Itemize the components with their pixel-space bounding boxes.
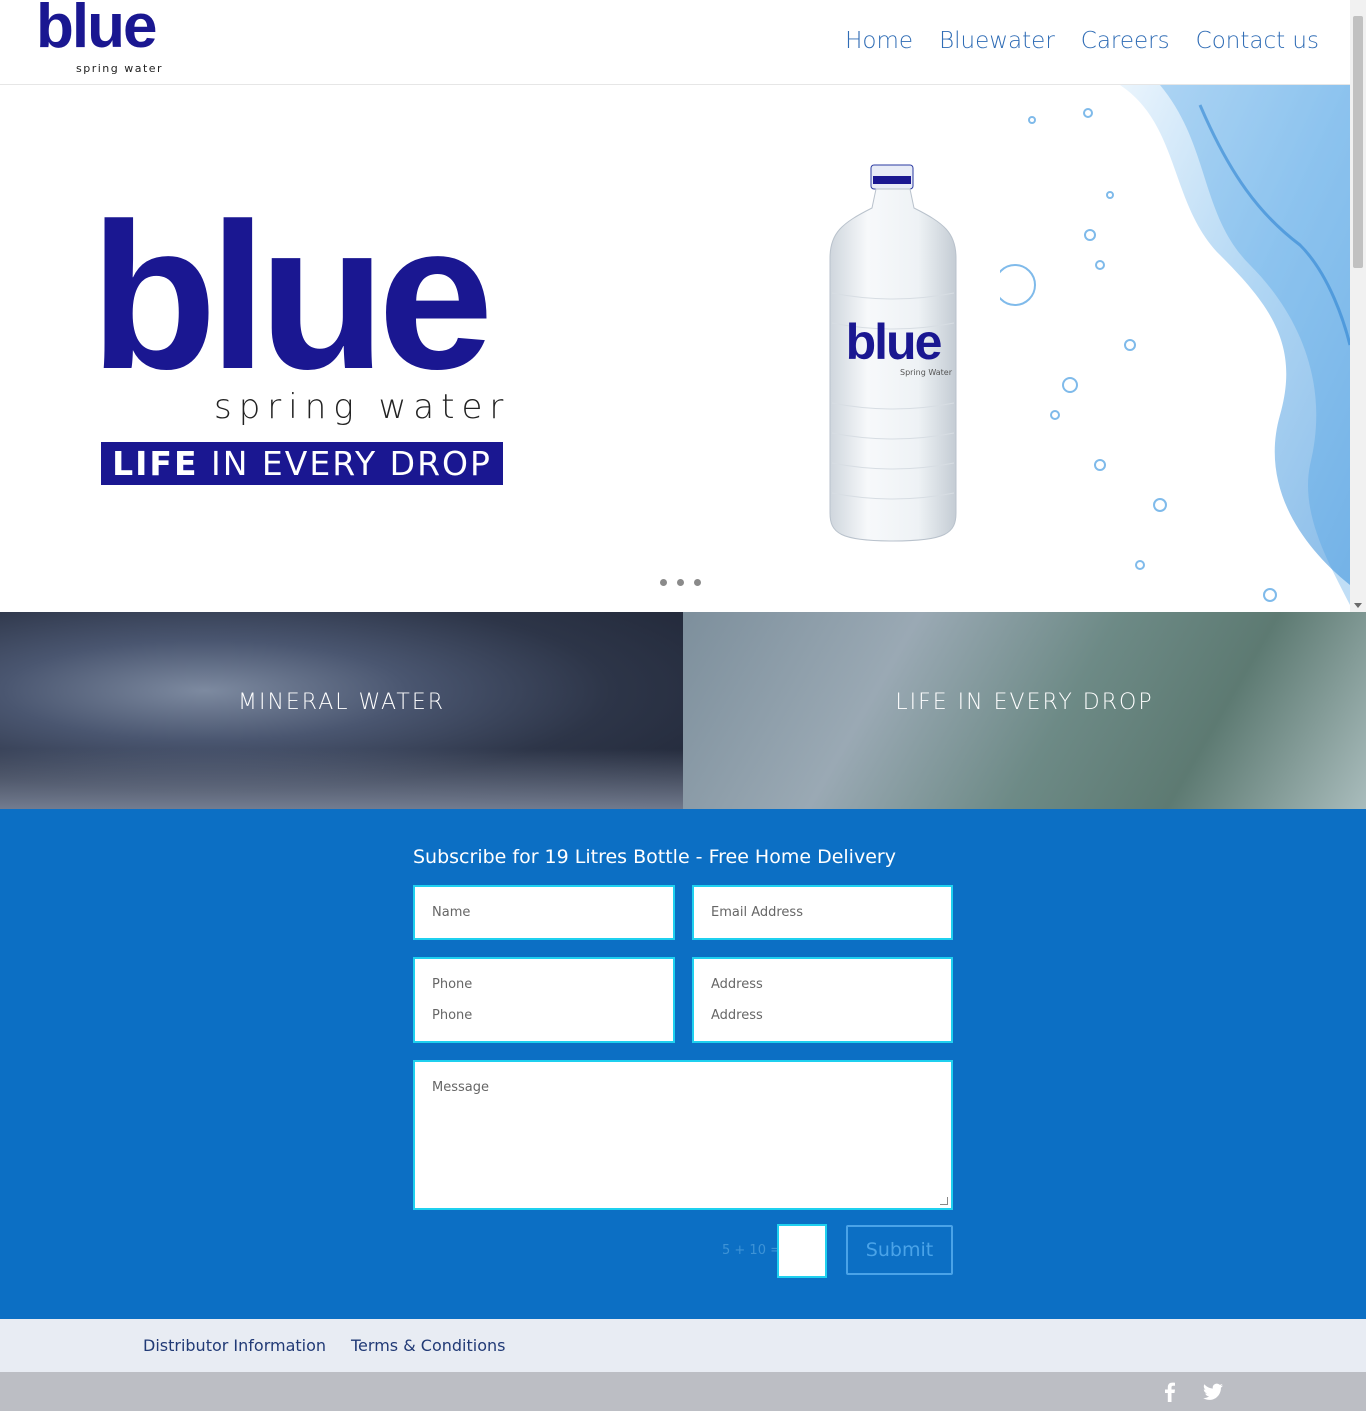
scrollbar-thumb[interactable] xyxy=(1353,16,1363,268)
subscribe-section: Subscribe for 19 Litres Bottle - Free Ho… xyxy=(0,809,1366,1319)
hero-brand-subtitle: spring water xyxy=(214,387,511,427)
scrollbar[interactable] xyxy=(1350,0,1366,612)
name-placeholder: Name xyxy=(432,905,471,920)
twitter-icon[interactable] xyxy=(1201,1380,1225,1404)
slider-dot-1[interactable] xyxy=(660,579,667,586)
nav-contact-us[interactable]: Contact us xyxy=(1196,28,1319,54)
captcha-input[interactable] xyxy=(777,1224,827,1278)
nav-home[interactable]: Home xyxy=(845,28,913,54)
footer-bottom xyxy=(0,1372,1366,1411)
logo[interactable]: blue spring water xyxy=(36,0,176,80)
email-field[interactable]: Email Address xyxy=(692,885,953,940)
logo-word: blue xyxy=(36,0,157,61)
phone-placeholder: Phone xyxy=(432,1008,473,1023)
tile-label: LIFE IN EVERY DROP xyxy=(895,690,1154,715)
slider-dot-3[interactable] xyxy=(694,579,701,586)
logo-subtitle: spring water xyxy=(76,62,164,75)
resize-handle-icon[interactable] xyxy=(940,1197,948,1205)
footer-link-terms[interactable]: Terms & Conditions xyxy=(351,1336,505,1355)
tile-life-in-every-drop[interactable]: LIFE IN EVERY DROP xyxy=(683,612,1366,809)
slider-dots xyxy=(660,579,701,586)
site-header: blue spring water Home Bluewater Careers… xyxy=(0,0,1350,85)
captcha-question: 5 + 10 = xyxy=(722,1243,781,1258)
message-placeholder: Message xyxy=(432,1080,489,1095)
bottle-label: blue xyxy=(846,314,942,370)
slider-dot-2[interactable] xyxy=(677,579,684,586)
name-field[interactable]: Name xyxy=(413,885,675,940)
hero-tagline-rest: IN EVERY DROP xyxy=(198,444,492,483)
scroll-down-arrow-icon[interactable] xyxy=(1354,603,1362,608)
address-field[interactable]: Address Address xyxy=(692,957,953,1043)
phone-field[interactable]: Phone Phone xyxy=(413,957,675,1043)
nav-bluewater[interactable]: Bluewater xyxy=(939,28,1055,54)
email-placeholder: Email Address xyxy=(711,905,803,920)
water-bottle-image: blue Spring Water xyxy=(829,164,957,542)
nav-careers[interactable]: Careers xyxy=(1081,28,1170,54)
form-title: Subscribe for 19 Litres Bottle - Free Ho… xyxy=(413,846,896,868)
footer-links: Distributor Information Terms & Conditio… xyxy=(0,1319,1366,1372)
hero-brand-word: blue xyxy=(90,181,494,413)
phone-label: Phone xyxy=(432,977,473,992)
address-placeholder: Address xyxy=(711,1008,763,1023)
address-label: Address xyxy=(711,977,763,992)
facebook-icon[interactable] xyxy=(1158,1380,1182,1404)
bottle-sublabel: Spring Water xyxy=(900,368,953,377)
hero-tagline: LIFE IN EVERY DROP xyxy=(101,442,503,485)
tile-label: MINERAL WATER xyxy=(237,690,446,715)
banner-tiles: MINERAL WATER LIFE IN EVERY DROP xyxy=(0,612,1366,809)
main-nav: Home Bluewater Careers Contact us xyxy=(845,28,1319,54)
water-splash-image xyxy=(1000,85,1350,605)
message-field[interactable]: Message xyxy=(413,1060,953,1210)
submit-button[interactable]: Submit xyxy=(846,1225,953,1275)
hero-slider: blue spring water LIFE IN EVERY DROP blu… xyxy=(0,85,1350,612)
hero-tagline-bold: LIFE xyxy=(112,444,199,483)
tile-mineral-water[interactable]: MINERAL WATER xyxy=(0,612,683,809)
footer-link-distributor[interactable]: Distributor Information xyxy=(143,1336,326,1355)
